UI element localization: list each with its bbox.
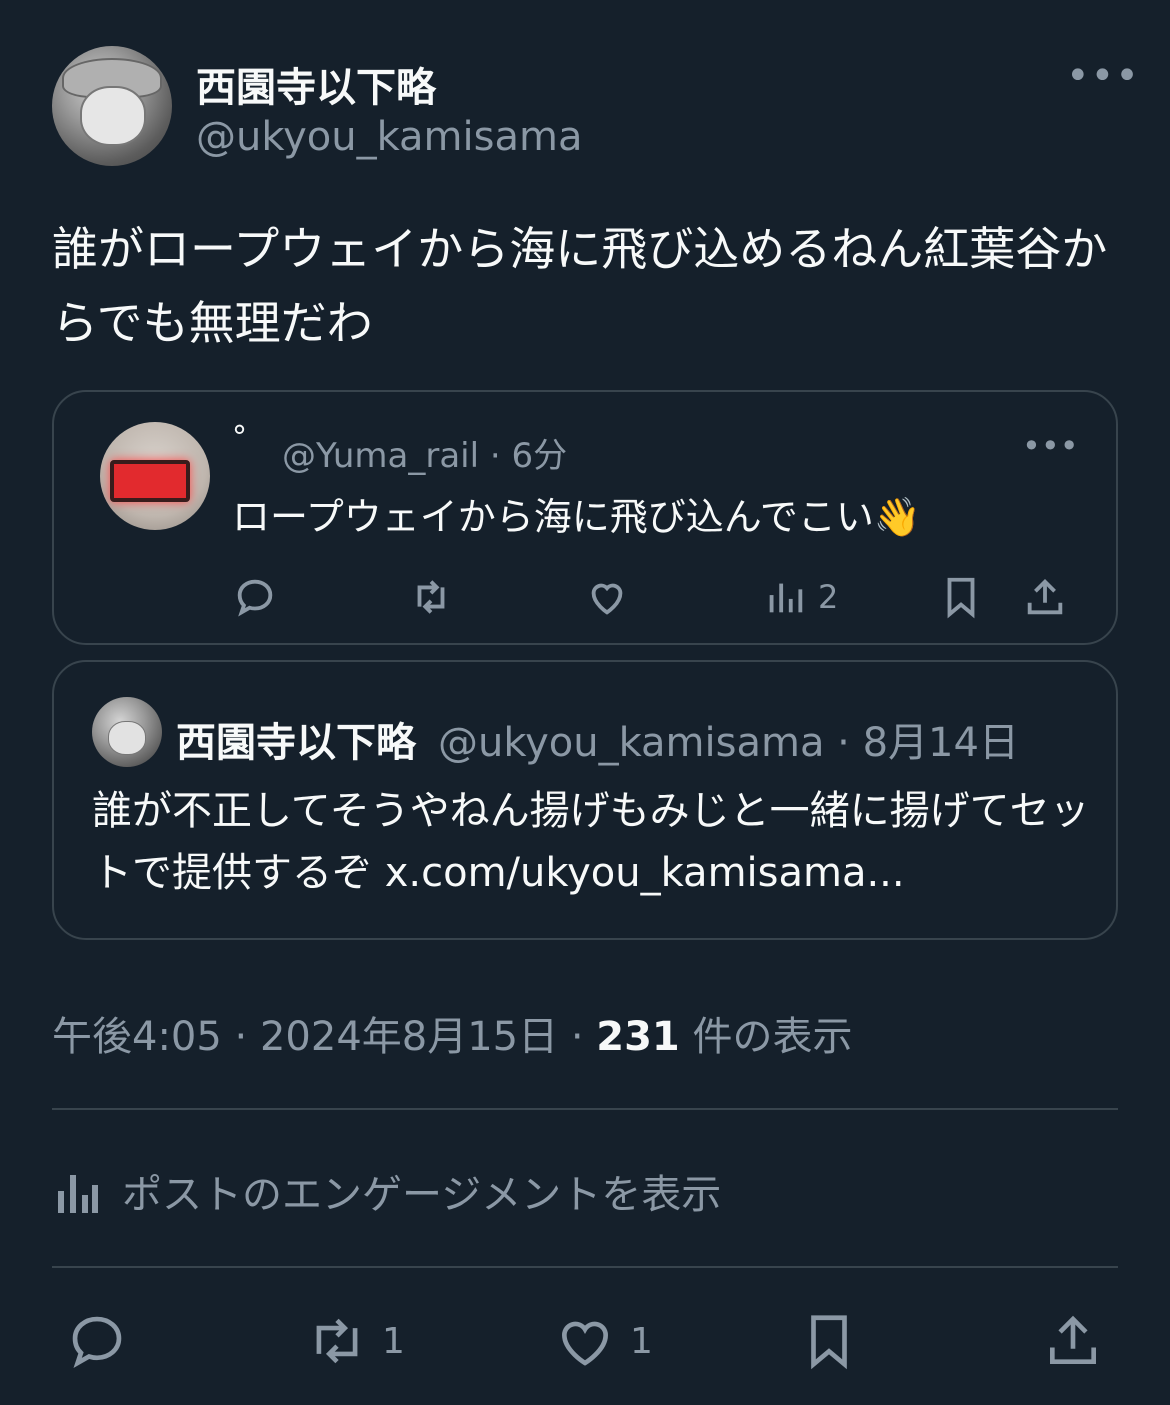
share-icon — [1027, 578, 1063, 615]
avatar-red-light-shape — [110, 460, 190, 502]
quoted-author-name[interactable]: ° — [232, 420, 247, 455]
retweet-icon — [316, 1318, 358, 1364]
like-button[interactable] — [584, 574, 630, 620]
post-text: 誰がロープウェイから海に飛び込めるねん紅葉谷からでも無理だわ — [52, 222, 1108, 350]
post-timestamp-row: 午後4:05 · 2024年8月15日 · 231 件の表示 — [52, 1004, 852, 1062]
quoted-post-actions: 2 — [232, 570, 1072, 626]
analytics-icon — [58, 1175, 98, 1213]
post-action-bar: 1 1 — [0, 1300, 1170, 1390]
share-icon — [1050, 1315, 1096, 1364]
post-time-date[interactable]: 午後4:05 · 2024年8月15日 · — [52, 1014, 596, 1060]
retweet-icon — [417, 580, 445, 614]
author-avatar[interactable] — [52, 46, 172, 166]
views-icon — [769, 583, 803, 613]
post-views-count: 231 — [596, 1014, 680, 1060]
original-author-name[interactable]: 西園寺以下略 — [176, 710, 416, 768]
reply-icon — [237, 579, 273, 617]
retweet-button[interactable]: 1 — [306, 1310, 405, 1372]
quoted-more-options-icon[interactable]: ••• — [1022, 430, 1079, 462]
like-count: 1 — [630, 1320, 653, 1362]
avatar-face-shape — [108, 721, 146, 755]
retweet-count: 1 — [382, 1320, 405, 1362]
original-author-meta[interactable]: @ukyou_kamisama · 8月14日 — [438, 710, 1019, 768]
views-count: 2 — [818, 578, 839, 616]
divider — [52, 1266, 1118, 1268]
bookmark-button[interactable] — [938, 574, 984, 620]
share-button[interactable] — [1022, 574, 1068, 620]
divider — [52, 1108, 1118, 1110]
author-display-name[interactable]: 西園寺以下略 — [196, 55, 436, 113]
original-author-avatar[interactable] — [92, 697, 162, 767]
avatar-face-shape — [80, 86, 146, 146]
retweet-button[interactable] — [408, 574, 454, 620]
author-handle[interactable]: @ukyou_kamisama — [196, 114, 582, 160]
view-engagement-label: ポストのエンゲージメントを表示 — [122, 1172, 722, 1218]
reply-button[interactable] — [66, 1310, 128, 1372]
original-post-text: 誰が不正してそうやねん揚げもみじと一緒に揚げてセットで提供するぞ x.com/u… — [92, 788, 1090, 896]
reply-button[interactable] — [232, 574, 278, 620]
bookmark-icon — [811, 1315, 847, 1370]
like-button[interactable]: 1 — [554, 1310, 653, 1372]
heart-icon — [562, 1321, 608, 1366]
views-button[interactable]: 2 — [762, 574, 838, 620]
bookmark-icon — [947, 577, 975, 619]
more-options-icon[interactable]: ••• — [1066, 56, 1140, 96]
share-button[interactable] — [1042, 1310, 1104, 1372]
quoted-post-text: ロープウェイから海に飛び込んでこい👋 — [232, 495, 922, 539]
heart-icon — [591, 583, 623, 615]
bookmark-button[interactable] — [798, 1310, 860, 1372]
post-views-label: 件の表示 — [679, 1014, 853, 1060]
reply-icon — [72, 1316, 122, 1368]
quoted-author-avatar[interactable] — [100, 422, 210, 530]
quoted-author-meta[interactable]: @Yuma_rail · 6分 — [282, 428, 567, 477]
view-engagement-button[interactable]: ポストのエンゲージメントを表示 — [56, 1162, 721, 1220]
